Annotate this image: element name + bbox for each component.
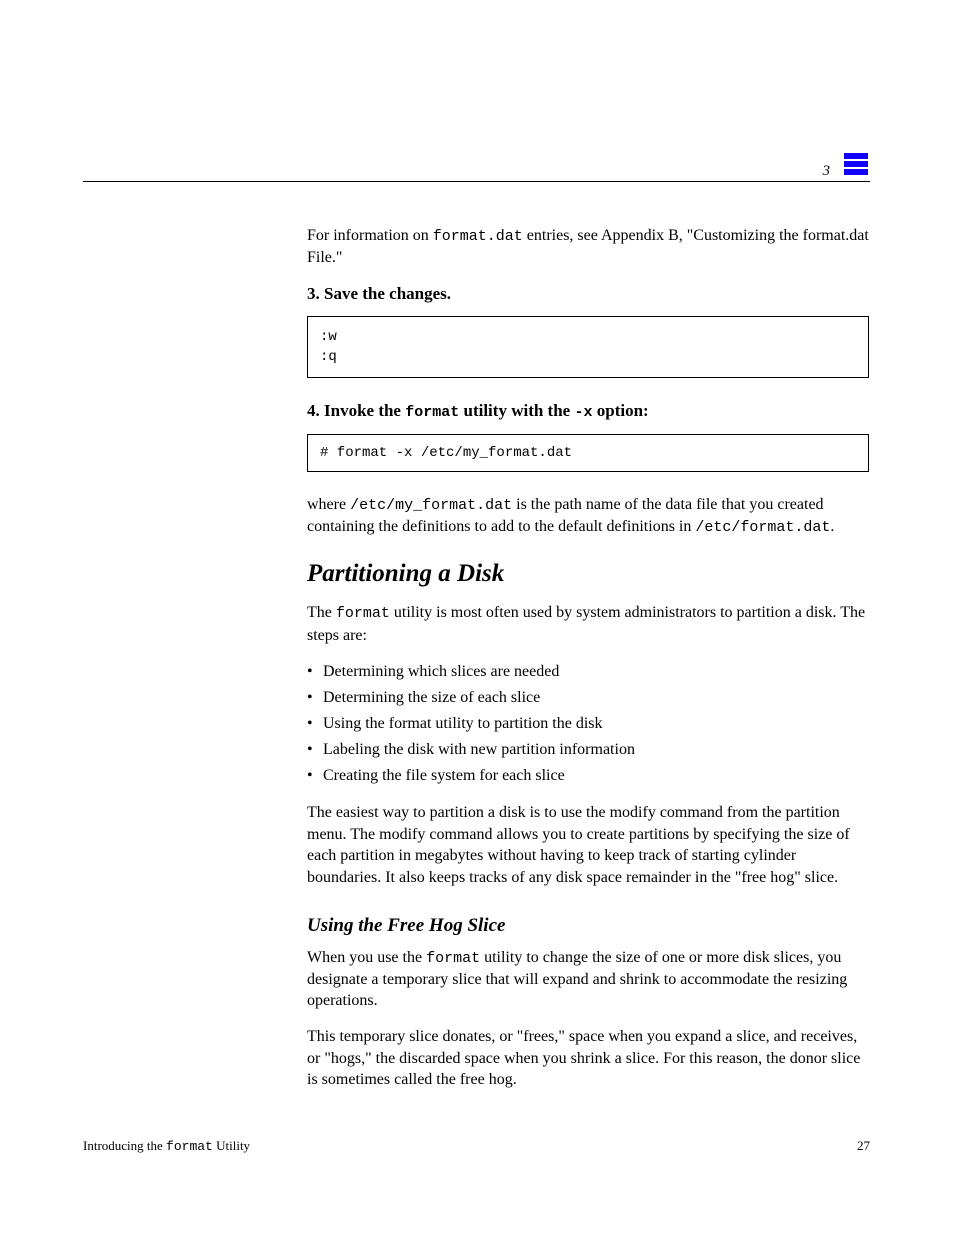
list-item-text: Using the format utility to partition th… <box>323 712 603 736</box>
list-item-text: Labeling the disk with new partition inf… <box>323 738 635 762</box>
inline-code: format <box>426 950 480 967</box>
free-hog-paragraph-1: When you use the format utility to chang… <box>307 947 869 1012</box>
step-number: 3. <box>307 284 324 303</box>
text: When you use the <box>307 949 426 966</box>
text: For information on <box>307 227 433 244</box>
content-column: For information on format.dat entries, s… <box>307 225 869 1105</box>
step-text: option: <box>593 401 649 420</box>
chapter-number: 3 <box>823 163 831 180</box>
intro-paragraph: For information on format.dat entries, s… <box>307 225 869 269</box>
list-item: •Determining which slices are needed <box>307 660 869 684</box>
step-text: Save the changes. <box>324 284 451 303</box>
inline-code: format <box>166 1139 213 1154</box>
text: Utility <box>213 1138 250 1153</box>
list-item: •Labeling the disk with new partition in… <box>307 738 869 762</box>
list-item-text: Determining the size of each slice <box>323 686 540 710</box>
bullet-list: •Determining which slices are needed •De… <box>307 660 869 788</box>
bullet-icon: • <box>307 738 323 762</box>
text: The <box>307 604 336 621</box>
step-3: 3. Save the changes. <box>307 283 869 306</box>
inline-code: format <box>336 605 390 622</box>
code-block-save: :w :q <box>307 316 869 379</box>
text: utility is most often used by system adm… <box>307 604 865 643</box>
step-label: 4. Invoke the format utility with the -x… <box>307 401 649 420</box>
inline-code: /etc/my_format.dat <box>350 497 512 514</box>
bullet-icon: • <box>307 764 323 788</box>
footer: Introducing the format Utility 27 <box>83 1138 870 1154</box>
heading-free-hog: Using the Free Hog Slice <box>307 915 869 937</box>
partitioning-intro: The format utility is most often used by… <box>307 602 869 646</box>
inline-code: format <box>405 404 459 421</box>
list-item: •Using the format utility to partition t… <box>307 712 869 736</box>
partitioning-closing: The easiest way to partition a disk is t… <box>307 802 869 888</box>
text: where <box>307 496 350 513</box>
bullet-icon: • <box>307 660 323 684</box>
bullet-icon: • <box>307 686 323 710</box>
free-hog-paragraph-2: This temporary slice donates, or "frees,… <box>307 1026 869 1091</box>
heading-partitioning: Partitioning a Disk <box>307 560 869 588</box>
inline-code: -x <box>574 404 592 421</box>
footer-title: Introducing the format Utility <box>83 1138 250 1153</box>
header-rule <box>83 181 870 182</box>
step-label: 3. Save the changes. <box>307 284 451 303</box>
code-block-format: # format -x /etc/my_format.dat <box>307 434 869 472</box>
list-item: •Creating the file system for each slice <box>307 764 869 788</box>
bullet-icon: • <box>307 712 323 736</box>
step4-trailing-paragraph: where /etc/my_format.dat is the path nam… <box>307 494 869 539</box>
step-text: Invoke the <box>324 401 405 420</box>
page-number: 27 <box>857 1138 870 1154</box>
text: . <box>830 518 834 535</box>
list-item: •Determining the size of each slice <box>307 686 869 710</box>
inline-code: format.dat <box>433 228 523 245</box>
list-item-text: Determining which slices are needed <box>323 660 559 684</box>
step-number: 4. <box>307 401 324 420</box>
list-item-text: Creating the file system for each slice <box>323 764 565 788</box>
menu-icon <box>842 150 870 178</box>
step-text: utility with the <box>459 401 574 420</box>
inline-code: /etc/format.dat <box>695 519 830 536</box>
text: Introducing the <box>83 1138 166 1153</box>
step-4: 4. Invoke the format utility with the -x… <box>307 400 869 423</box>
